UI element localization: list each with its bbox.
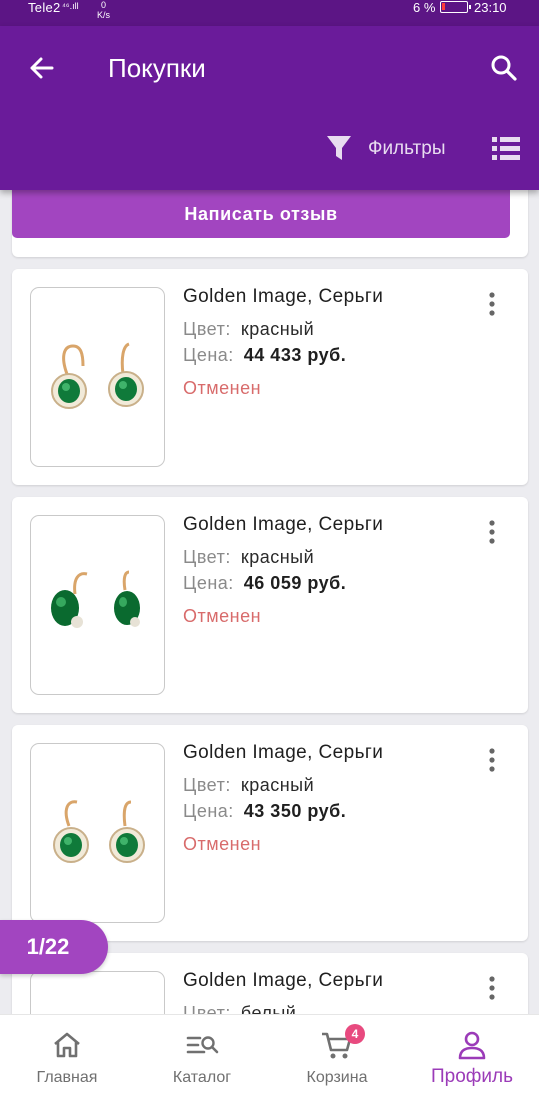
product-color-row: Цвет: красный <box>183 775 315 795</box>
more-options-button[interactable] <box>480 975 504 1003</box>
home-icon <box>54 1032 80 1058</box>
cart-count-badge: 4 <box>345 1024 365 1044</box>
product-color-row: Цвет: красный <box>183 547 315 567</box>
nav-label: Главная <box>36 1069 98 1086</box>
battery-icon <box>440 1 471 13</box>
search-icon <box>491 55 517 81</box>
filters-label: Фильтры <box>368 138 446 159</box>
more-vertical-icon <box>489 976 495 1000</box>
product-image[interactable] <box>30 743 165 923</box>
more-options-button[interactable] <box>480 747 504 775</box>
nav-item-catalog[interactable]: Каталог <box>135 1015 269 1099</box>
list-view-icon <box>492 137 520 160</box>
order-status: Отменен <box>183 834 262 854</box>
network-speed: 0 K/s <box>97 0 111 20</box>
nav-label: Каталог <box>172 1069 232 1086</box>
status-bar: Tele2 ⁴⁶.ıll 0 K/s 6 % 23:10 <box>0 0 539 26</box>
product-price-row: Цена: 44 433 руб. <box>183 345 347 365</box>
nav-label: Корзина <box>306 1069 368 1086</box>
bottom-navigation: Главная Каталог Корзина Профиль <box>0 1014 539 1098</box>
arrow-left-icon <box>30 57 54 79</box>
page-counter-badge[interactable]: 1/22 <box>0 920 108 974</box>
product-image[interactable] <box>30 515 165 695</box>
page-title: Покупки <box>108 53 206 83</box>
order-status: Отменен <box>183 606 262 626</box>
more-options-button[interactable] <box>480 519 504 547</box>
more-options-button[interactable] <box>480 291 504 319</box>
filters-button[interactable]: Фильтры <box>326 132 445 166</box>
purchase-card[interactable]: Golden Image, Серьги Цвет: красный Цена: 4… <box>12 725 528 941</box>
profile-icon <box>458 1031 486 1060</box>
product-name: Golden Image, Серьги <box>183 970 384 991</box>
back-button[interactable] <box>22 48 62 88</box>
product-price-row: Цена: 43 350 руб. <box>183 801 347 821</box>
catalog-search-icon <box>186 1036 219 1054</box>
nav-item-profile[interactable]: Профиль <box>405 1015 539 1099</box>
nav-item-cart[interactable]: Корзина <box>270 1015 404 1099</box>
more-vertical-icon <box>489 748 495 772</box>
clock: 23:10 <box>474 0 507 15</box>
more-vertical-icon <box>489 520 495 544</box>
write-review-button[interactable]: Написать отзыв <box>12 190 510 238</box>
search-button[interactable] <box>486 50 522 86</box>
signal-icon: ⁴⁶.ıll <box>62 1 79 11</box>
nav-label: Профиль <box>430 1066 514 1087</box>
battery-percent: 6 % <box>413 0 436 15</box>
product-name: Golden Image, Серьги <box>183 742 384 763</box>
system-navigation-bar <box>0 1098 539 1118</box>
more-vertical-icon <box>489 292 495 316</box>
nav-item-home[interactable]: Главная <box>0 1015 134 1099</box>
product-image[interactable] <box>30 287 165 467</box>
app-bar: Покупки Фильтры <box>0 26 539 190</box>
product-color-row: Цвет: красный <box>183 319 315 339</box>
carrier-name: Tele2 <box>28 0 61 15</box>
product-name: Golden Image, Серьги <box>183 286 384 307</box>
purchase-card[interactable]: Golden Image, Серьги Цвет: красный Цена: 4… <box>12 269 528 485</box>
list-view-button[interactable] <box>492 136 520 162</box>
product-price-row: Цена: 46 059 руб. <box>183 573 347 593</box>
order-status: Отменен <box>183 378 262 398</box>
filter-icon <box>327 136 351 160</box>
purchase-card[interactable]: Golden Image, Серьги Цвет: красный Цена: 4… <box>12 497 528 713</box>
product-name: Golden Image, Серьги <box>183 514 384 535</box>
